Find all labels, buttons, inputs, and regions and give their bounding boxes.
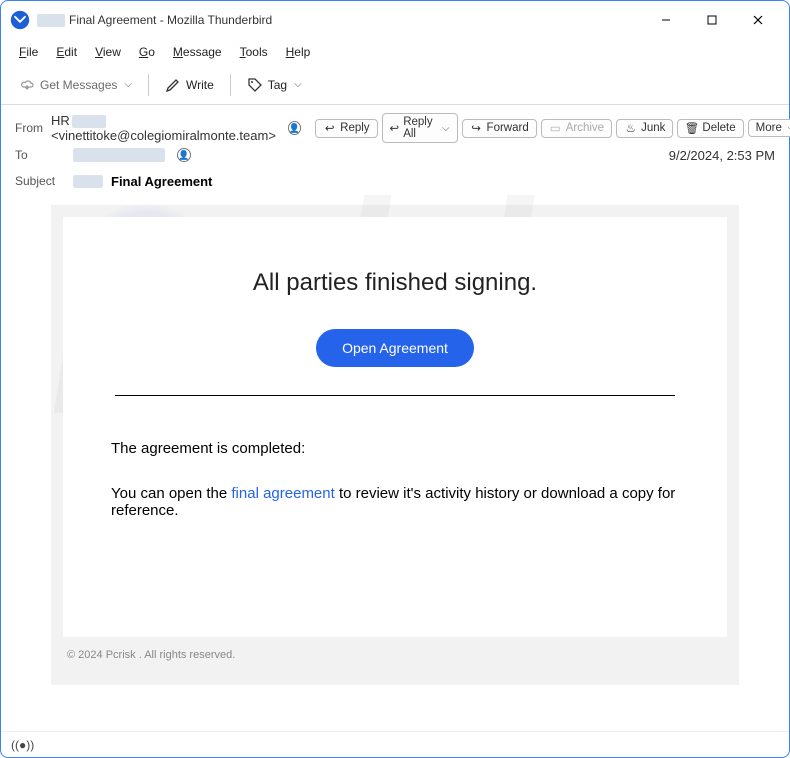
- pencil-icon: [165, 77, 181, 93]
- subject-label: Subject: [15, 174, 65, 188]
- from-row: From HR<vinettitoke@colegiomiralmonte.te…: [15, 113, 775, 143]
- archive-icon: ▭: [549, 122, 562, 135]
- delete-button[interactable]: 🗑Delete: [677, 119, 743, 138]
- menu-help[interactable]: Help: [278, 42, 319, 62]
- flame-icon: ♨: [624, 122, 637, 135]
- forward-button[interactable]: ↪Forward: [462, 119, 537, 138]
- tag-button[interactable]: Tag ⌵: [239, 73, 310, 97]
- close-button[interactable]: [735, 5, 781, 35]
- email-body-viewport: All parties finished signing. Open Agree…: [1, 193, 789, 685]
- write-button[interactable]: Write: [157, 73, 222, 97]
- menubar: File Edit View Go Message Tools Help: [1, 39, 789, 65]
- title-redacted: [37, 14, 65, 27]
- toolbar: Get Messages ⌵ Write Tag ⌵: [1, 65, 789, 105]
- download-cloud-icon: [19, 77, 35, 93]
- open-agreement-button[interactable]: Open Agreement: [316, 329, 474, 367]
- window-controls: [643, 5, 781, 35]
- email-footer: © 2024 Pcrisk . All rights reserved.: [63, 637, 727, 673]
- reply-all-icon: ↩: [390, 122, 400, 135]
- chevron-down-icon: ⌵: [294, 79, 302, 90]
- forward-icon: ↪: [470, 122, 483, 135]
- minimize-button[interactable]: [643, 5, 689, 35]
- subject-redacted: [73, 175, 103, 188]
- subject-row: Subject Final Agreement: [15, 169, 775, 193]
- titlebar: Final Agreement - Mozilla Thunderbird: [1, 1, 789, 39]
- toolbar-separator: [148, 74, 149, 96]
- activity-icon[interactable]: ((●)): [11, 738, 34, 752]
- email-card: All parties finished signing. Open Agree…: [63, 217, 727, 637]
- more-button[interactable]: More⌵: [748, 119, 790, 137]
- chevron-down-icon: ⌵: [124, 79, 132, 90]
- to-redacted: [73, 148, 165, 162]
- statusbar: ((●)): [1, 731, 789, 757]
- reply-icon: ↩: [323, 122, 336, 135]
- window-title: Final Agreement - Mozilla Thunderbird: [69, 13, 643, 27]
- menu-tools[interactable]: Tools: [232, 42, 276, 62]
- junk-button[interactable]: ♨Junk: [616, 119, 673, 138]
- to-row: To 👤 9/2/2024, 2:53 PM: [15, 143, 775, 167]
- message-date: 9/2/2024, 2:53 PM: [669, 148, 775, 163]
- get-messages-button[interactable]: Get Messages ⌵: [11, 73, 140, 97]
- toolbar-separator: [230, 74, 231, 96]
- contact-icon[interactable]: 👤: [177, 148, 191, 162]
- divider: [115, 395, 675, 396]
- message-header: From HR<vinettitoke@colegiomiralmonte.te…: [1, 105, 789, 193]
- menu-view[interactable]: View: [87, 42, 129, 62]
- menu-edit[interactable]: Edit: [48, 42, 85, 62]
- tag-icon: [247, 77, 263, 93]
- from-redacted: [72, 115, 106, 128]
- menu-file[interactable]: File: [11, 42, 46, 62]
- subject-value: Final Agreement: [111, 174, 212, 189]
- final-agreement-link[interactable]: final agreement: [231, 485, 334, 502]
- menu-go[interactable]: Go: [131, 42, 163, 62]
- email-headline: All parties finished signing.: [111, 269, 679, 297]
- archive-button[interactable]: ▭Archive: [541, 119, 612, 138]
- trash-icon: 🗑: [685, 122, 698, 135]
- reply-button[interactable]: ↩Reply: [315, 119, 377, 138]
- to-label: To: [15, 148, 65, 162]
- thunderbird-icon: [9, 9, 31, 31]
- from-label: From: [15, 121, 43, 135]
- chevron-down-icon: ⌵: [442, 123, 450, 134]
- contact-icon[interactable]: 👤: [288, 121, 301, 135]
- body-paragraph: You can open the final agreement to revi…: [111, 485, 679, 519]
- message-actions: ↩Reply ↩Reply All⌵ ↪Forward ▭Archive ♨Ju…: [315, 113, 790, 143]
- reply-all-button[interactable]: ↩Reply All⌵: [382, 113, 458, 143]
- email-outer-container: All parties finished signing. Open Agree…: [51, 205, 739, 685]
- maximize-button[interactable]: [689, 5, 735, 35]
- menu-message[interactable]: Message: [165, 42, 230, 62]
- completed-text: The agreement is completed:: [111, 440, 679, 457]
- from-value: HR<vinettitoke@colegiomiralmonte.team>: [51, 113, 276, 143]
- cta-wrap: Open Agreement: [111, 329, 679, 367]
